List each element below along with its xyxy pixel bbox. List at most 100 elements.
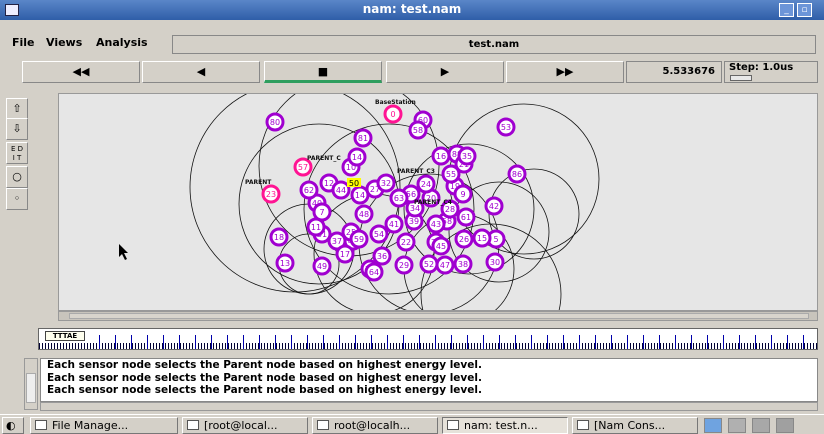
stop-button[interactable]: ■ — [264, 61, 382, 83]
menu-file[interactable]: File — [12, 36, 35, 49]
timeline-tick — [691, 335, 692, 349]
node-label: 63 — [394, 194, 404, 203]
taskbar-item-nam-console[interactable]: [Nam Cons... — [572, 417, 698, 434]
node-label: 35 — [462, 152, 472, 161]
window-titlebar[interactable]: nam: test.nam _ ▫ — [0, 0, 824, 20]
console-vertical-scrollbar[interactable] — [24, 358, 38, 410]
timeline-tick — [403, 335, 404, 349]
timeline-tick — [355, 335, 356, 349]
console-line: Each sensor node selects the Parent node… — [47, 359, 482, 371]
taskbar-item-terminal-2[interactable]: root@localh... — [312, 417, 438, 434]
console-horizontal-scrollbar[interactable] — [40, 402, 818, 411]
timeline-tick — [707, 335, 708, 349]
cluster-label: PARENT_C — [307, 155, 341, 162]
node-label: 26 — [459, 235, 469, 244]
step-control[interactable]: Step: 1.0us — [724, 61, 818, 83]
workspace-pager-cell[interactable] — [704, 418, 722, 433]
node-label: 81 — [358, 134, 368, 143]
taskbar-item-label: File Manage... — [52, 419, 129, 432]
edit-button[interactable]: E DI T — [6, 142, 28, 164]
timeline-tick — [195, 335, 196, 349]
node-label: 23 — [266, 190, 276, 199]
timeline-tick — [99, 335, 100, 349]
taskbar-item-label: root@localh... — [334, 419, 411, 432]
node-label: 59 — [354, 235, 364, 244]
timeline-tick — [115, 335, 116, 349]
timeline-tick — [547, 335, 548, 349]
timeline-tick — [211, 335, 212, 349]
folder-icon — [35, 420, 47, 430]
play-button[interactable]: ▶ — [386, 61, 504, 83]
timeline-tick — [803, 335, 804, 349]
canvas-horizontal-scrollbar[interactable] — [58, 311, 818, 321]
timeline-tick — [435, 335, 436, 349]
taskbar-item-label: [Nam Cons... — [594, 419, 666, 432]
file-name-display: test.nam — [172, 35, 816, 54]
network-svg[interactable]: 0605880815388571014162123351286424014533… — [59, 94, 818, 311]
node-label: 55 — [446, 170, 456, 179]
node-label: 37 — [332, 237, 342, 246]
menu-analysis[interactable]: Analysis — [96, 36, 148, 49]
timeline-tick — [739, 335, 740, 349]
step-slider[interactable] — [730, 75, 752, 81]
node-label: 9 — [460, 190, 465, 199]
taskbar-item-file-manager[interactable]: File Manage... — [30, 417, 178, 434]
timeline-marker[interactable]: TTTAE — [45, 331, 85, 341]
workspace-pager-cell[interactable] — [728, 418, 746, 433]
timeline-tick — [467, 335, 468, 349]
timeline-tick — [339, 335, 340, 349]
mouse-cursor-icon — [119, 244, 128, 260]
timeline-tick — [595, 335, 596, 349]
node-label: 14 — [352, 153, 362, 162]
node-label: 47 — [440, 261, 450, 270]
node-label: 62 — [304, 186, 314, 195]
cluster-label: PARENT — [245, 179, 272, 186]
node-label: 58 — [413, 126, 423, 135]
timeline-tick — [723, 335, 724, 349]
timeline-tick — [147, 335, 148, 349]
timeline-tick — [163, 335, 164, 349]
timeline-tick — [371, 335, 372, 349]
timeline-tick — [291, 335, 292, 349]
small-circle-tool-icon[interactable]: ◦ — [6, 188, 28, 210]
timeline-tick — [259, 335, 260, 349]
workspace-pager-cell[interactable] — [776, 418, 794, 433]
timeline-tick — [563, 335, 564, 349]
time-readout: 5.533676 — [626, 61, 722, 83]
terminal-icon — [187, 420, 199, 430]
timeline-slider[interactable]: TTTAE — [38, 328, 818, 350]
zoom-out-icon[interactable]: ⇩ — [6, 118, 28, 140]
node-label: 54 — [374, 230, 384, 239]
menu-views[interactable]: Views — [46, 36, 82, 49]
node-label: 45 — [436, 242, 446, 251]
node-label: 80 — [270, 118, 280, 127]
circle-tool-icon[interactable]: ○ — [6, 166, 28, 188]
maximize-icon[interactable]: ▫ — [797, 3, 812, 17]
timeline-tick — [275, 335, 276, 349]
window-icon — [577, 420, 589, 430]
scroll-thumb[interactable] — [26, 373, 36, 403]
fast-forward-button[interactable]: ▶▶ — [506, 61, 624, 83]
minimize-icon[interactable]: _ — [779, 3, 794, 17]
workspace-pager-cell[interactable] — [752, 418, 770, 433]
taskbar-item-nam[interactable]: nam: test.n... — [442, 417, 568, 434]
node-label: 11 — [311, 223, 321, 232]
annotation-console: Each sensor node selects the Parent node… — [40, 358, 818, 402]
node-label: 43 — [431, 220, 441, 229]
timeline-tick — [611, 335, 612, 349]
timeline-tick — [659, 335, 660, 349]
start-menu-icon[interactable]: ◐ — [2, 417, 24, 434]
node-label: 16 — [436, 152, 446, 161]
node-label: 17 — [340, 250, 350, 259]
window-icon — [447, 420, 459, 430]
timeline-tick — [179, 335, 180, 349]
node-label: 44 — [336, 186, 346, 195]
timeline-tick — [419, 335, 420, 349]
zoom-in-icon[interactable]: ⇧ — [6, 98, 28, 120]
rewind-button[interactable]: ◀◀ — [22, 61, 140, 83]
scroll-thumb[interactable] — [69, 313, 809, 319]
network-canvas[interactable]: 0605880815388571014162123351286424014533… — [58, 93, 818, 311]
node-label: 14 — [355, 191, 365, 200]
taskbar-item-terminal-1[interactable]: [root@local... — [182, 417, 308, 434]
step-back-button[interactable]: ◀ — [142, 61, 260, 83]
